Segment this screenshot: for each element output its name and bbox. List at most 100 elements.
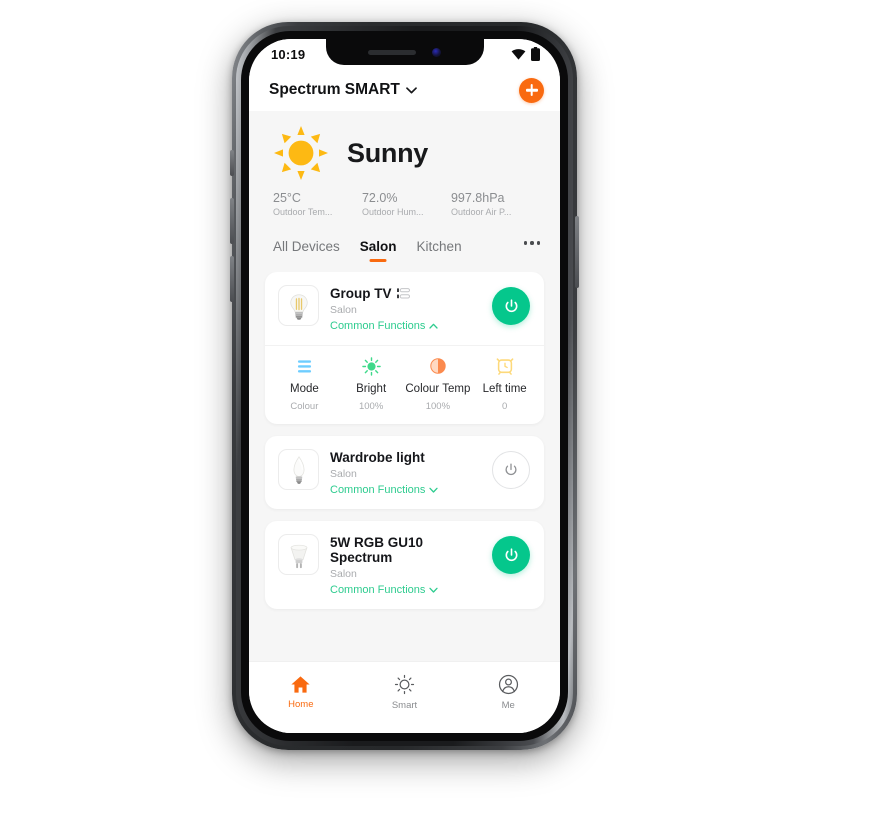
volume-up-button[interactable] xyxy=(230,198,234,244)
common-functions-label: Common Functions xyxy=(330,484,426,496)
room-tabs: All Devices Salon Kitchen xyxy=(249,229,560,272)
device-card-header: Wardrobe light Salon Common Functions xyxy=(265,436,544,509)
function-value: Colour xyxy=(290,401,319,412)
function-bright[interactable]: Bright 100% xyxy=(338,356,405,412)
alarm-clock-icon xyxy=(471,356,538,376)
home-indicator-area xyxy=(249,723,560,733)
home-selector[interactable]: Spectrum SMART xyxy=(269,81,417,99)
chevron-down-icon xyxy=(429,487,439,493)
device-name-row: Group TV xyxy=(330,286,481,301)
function-label: Mode xyxy=(289,383,319,395)
gu10-spotlight-icon xyxy=(278,534,319,575)
smart-sun-icon xyxy=(394,674,415,695)
nav-label: Smart xyxy=(391,700,418,711)
nav-item-me[interactable]: Me xyxy=(456,674,560,711)
weather-stat-temperature: 25°C Outdoor Tem... xyxy=(273,191,362,217)
device-room-label: Salon xyxy=(330,568,357,580)
tab-all-devices[interactable]: All Devices xyxy=(265,237,348,262)
device-info: Wardrobe light Salon Common Functions xyxy=(330,449,481,496)
group-stack-icon xyxy=(396,288,410,299)
function-value: 0 xyxy=(501,401,508,412)
common-functions-toggle[interactable]: Common Functions xyxy=(330,320,481,332)
chevron-down-icon xyxy=(429,587,439,593)
function-mode[interactable]: Mode Colour xyxy=(271,356,338,412)
device-room-label: Salon xyxy=(330,468,357,480)
power-icon xyxy=(505,298,517,312)
weather-stat-humidity: 72.0% Outdoor Hum... xyxy=(362,191,451,217)
tab-label: Salon xyxy=(359,239,397,254)
weather-stat-label: Outdoor Hum... xyxy=(361,207,424,217)
device-info: Group TV Salon Common Functions xyxy=(330,285,481,332)
weather-stat-pressure: 997.8hPa Outdoor Air P... xyxy=(451,191,540,217)
colour-temp-icon xyxy=(405,356,472,376)
function-left-time[interactable]: Left time 0 xyxy=(471,356,538,412)
add-device-button[interactable] xyxy=(519,77,544,103)
common-functions-toggle[interactable]: Common Functions xyxy=(330,484,481,496)
common-functions-row: Mode Colour Bright 100% Colour Temp 100%… xyxy=(265,345,544,424)
function-value: 100% xyxy=(358,401,384,412)
device-name-label: Group TV xyxy=(330,286,392,301)
tab-label: Kitchen xyxy=(416,239,462,254)
weather-stat-label: Outdoor Air P... xyxy=(450,207,512,217)
screenshot-canvas: 10:19 Spectrum SMART Sunny 25°C Outdoor … xyxy=(0,0,890,820)
function-colour-temp[interactable]: Colour Temp 100% xyxy=(405,356,472,412)
brightness-icon xyxy=(338,356,405,376)
weather-stat-value: 997.8hPa xyxy=(450,191,505,205)
device-name-row: Wardrobe light xyxy=(330,450,481,465)
chevron-up-icon xyxy=(429,323,439,329)
front-camera-icon xyxy=(432,47,441,57)
device-card-group-tv[interactable]: Group TV Salon Common Functions Mode Col… xyxy=(265,272,544,424)
power-icon xyxy=(505,463,517,476)
power-toggle-button[interactable] xyxy=(492,451,530,489)
weather-summary: Sunny xyxy=(269,123,540,191)
power-toggle-button[interactable] xyxy=(492,287,530,325)
filament-bulb-icon xyxy=(278,285,319,326)
nav-label: Me xyxy=(501,700,515,711)
home-icon xyxy=(291,676,310,693)
weather-stat-label: Outdoor Tem... xyxy=(273,207,333,217)
nav-item-smart[interactable]: Smart xyxy=(353,674,457,711)
device-name-row: 5W RGB GU10 Spectrum xyxy=(330,535,481,565)
device-info: 5W RGB GU10 Spectrum Salon Common Functi… xyxy=(330,534,481,596)
volume-down-button[interactable] xyxy=(230,256,234,302)
weather-stat-value: 72.0% xyxy=(361,191,398,205)
device-room-label: Salon xyxy=(330,304,357,316)
power-toggle-button[interactable] xyxy=(492,536,530,574)
device-name-label: 5W RGB GU10 Spectrum xyxy=(330,535,424,565)
weather-stat-value: 25°C xyxy=(273,191,301,205)
chevron-down-icon xyxy=(406,86,417,93)
device-name-label: Wardrobe light xyxy=(330,450,425,465)
device-card-header: 5W RGB GU10 Spectrum Salon Common Functi… xyxy=(265,521,544,609)
common-functions-label: Common Functions xyxy=(330,584,426,596)
device-card-wardrobe-light[interactable]: Wardrobe light Salon Common Functions xyxy=(265,436,544,509)
device-card-header: Group TV Salon Common Functions xyxy=(265,272,544,345)
function-value: 100% xyxy=(425,401,451,412)
nav-item-home[interactable]: Home xyxy=(249,675,353,710)
phone-screen: 10:19 Spectrum SMART Sunny 25°C Outdoor … xyxy=(249,39,560,733)
more-horizontal-icon[interactable] xyxy=(520,237,545,253)
app-header: Spectrum SMART xyxy=(249,69,560,111)
bottom-navigation: Home Smart Me xyxy=(249,661,560,723)
tab-salon[interactable]: Salon xyxy=(352,237,405,262)
weather-panel[interactable]: Sunny 25°C Outdoor Tem... 72.0% Outdoor … xyxy=(249,111,560,229)
device-card-gu10-spectrum[interactable]: 5W RGB GU10 Spectrum Salon Common Functi… xyxy=(265,521,544,609)
battery-icon xyxy=(531,47,540,61)
common-functions-toggle[interactable]: Common Functions xyxy=(330,584,481,596)
nav-label: Home xyxy=(288,699,314,710)
power-side-button[interactable] xyxy=(575,216,579,288)
mode-lines-icon xyxy=(271,356,338,376)
wifi-icon xyxy=(511,48,526,60)
status-time: 10:19 xyxy=(271,46,306,62)
function-label: Left time xyxy=(482,383,527,395)
function-label: Bright xyxy=(356,383,387,395)
earpiece-speaker xyxy=(368,49,416,55)
candle-bulb-icon xyxy=(278,449,319,490)
weather-condition-label: Sunny xyxy=(347,137,429,168)
weather-stats: 25°C Outdoor Tem... 72.0% Outdoor Hum...… xyxy=(269,191,540,217)
phone-notch xyxy=(325,39,484,65)
sun-icon xyxy=(273,125,329,181)
device-list: Group TV Salon Common Functions Mode Col… xyxy=(249,272,560,661)
silent-switch-button[interactable] xyxy=(230,150,234,176)
tab-label: All Devices xyxy=(273,239,340,254)
tab-kitchen[interactable]: Kitchen xyxy=(409,237,470,262)
